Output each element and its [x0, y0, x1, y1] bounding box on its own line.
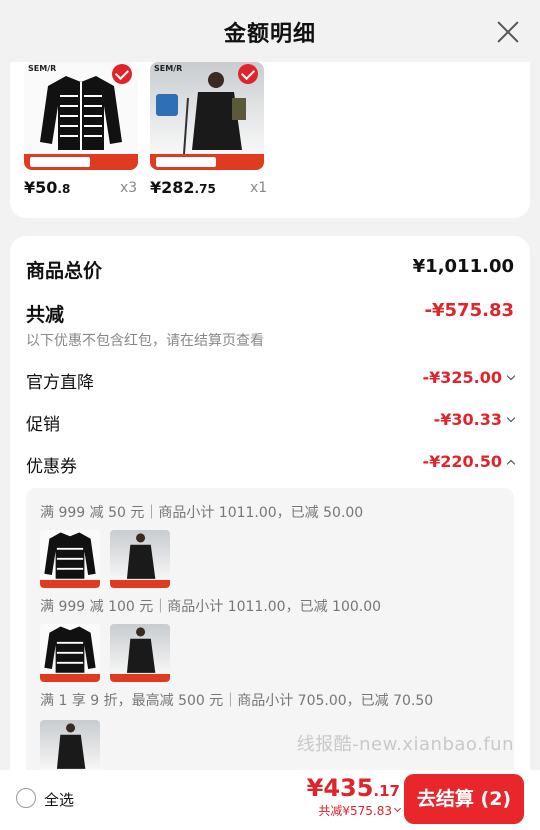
- detail-row-promo[interactable]: 促销 -¥30.33: [26, 410, 516, 435]
- header: 金额明细: [0, 0, 540, 64]
- chevron-up-icon: [506, 459, 516, 469]
- product-item[interactable]: SEM/R ¥282.75 x1: [150, 62, 267, 197]
- page-title: 金额明细: [223, 22, 316, 47]
- detail-row-official[interactable]: 官方直降 -¥325.00: [26, 368, 516, 393]
- select-all-label[interactable]: 全选: [44, 789, 74, 810]
- product-qty: x1: [250, 180, 268, 196]
- checked-icon[interactable]: [112, 64, 132, 84]
- product-price: ¥282.75: [150, 178, 216, 197]
- detail-value: -¥220.50: [422, 452, 502, 471]
- detail-value: -¥30.33: [433, 410, 502, 429]
- discount-row: 共减 -¥575.83: [26, 300, 514, 327]
- product-image-cardigan[interactable]: SEM/R: [24, 62, 138, 170]
- coupon-product-jacket: [110, 530, 170, 588]
- total-value: ¥1,011.00: [412, 256, 514, 277]
- checkout-button[interactable]: 去结算 (2): [404, 774, 524, 824]
- discount-value: -¥575.83: [424, 300, 514, 321]
- chevron-down-icon: [506, 413, 516, 423]
- total-discount-toggle[interactable]: 共减¥575.83: [307, 802, 402, 819]
- checked-icon[interactable]: [238, 64, 258, 84]
- total-row: 商品总价 ¥1,011.00: [26, 256, 514, 283]
- detail-label: 优惠券: [26, 457, 77, 477]
- detail-row-coupon[interactable]: 优惠券 -¥220.50: [26, 452, 516, 477]
- coupon-product-jacket: [110, 624, 170, 682]
- product-item[interactable]: SEM/R ¥50.8 x3: [24, 62, 138, 197]
- promo-banner: [24, 154, 138, 170]
- detail-label: 促销: [26, 415, 60, 435]
- detail-value: -¥325.00: [422, 368, 502, 387]
- bottom-bar: 全选 ¥435.17 共减¥575.83 去结算 (2): [0, 770, 540, 830]
- summary-card: 商品总价 ¥1,011.00 共减 -¥575.83 以下优惠不包含红包，请在结…: [10, 236, 530, 796]
- cardigan-image: [40, 76, 122, 150]
- discount-label: 共减: [26, 304, 65, 326]
- coupon-rule: 满 999 减 50 元｜商品小计 1011.00，已减 50.00: [40, 505, 364, 521]
- feature-badge: [156, 94, 178, 116]
- select-all-radio[interactable]: [16, 788, 36, 808]
- brand-label: SEM/R: [154, 64, 183, 73]
- total-label: 商品总价: [26, 260, 103, 282]
- close-icon[interactable]: [496, 20, 520, 44]
- product-qty: x3: [120, 180, 138, 196]
- promo-banner: [150, 154, 264, 170]
- product-image-jacket[interactable]: SEM/R: [150, 62, 264, 170]
- coupon-product-cardigan: [40, 624, 100, 682]
- coupon-rule: 满 999 减 100 元｜商品小计 1011.00，已减 100.00: [40, 599, 382, 615]
- coupon-product-cardigan: [40, 530, 100, 588]
- product-price: ¥50.8: [24, 178, 71, 197]
- jacket-person-image: [183, 72, 246, 155]
- discount-note: 以下优惠不包含红包，请在结算页查看: [26, 333, 264, 349]
- detail-label: 官方直降: [26, 373, 94, 393]
- coupon-rule: 满 1 享 9 折，最高减 500 元｜商品小计 705.00，已减 70.50: [40, 693, 434, 709]
- watermark: 线报酷-new.xianbao.fun: [296, 734, 514, 755]
- total-price: ¥435.17 共减¥575.83: [306, 774, 402, 819]
- products-card: SEM/R ¥50.8 x3 SEM/R ¥282.75 x1: [10, 62, 530, 218]
- chevron-down-icon: [506, 371, 516, 381]
